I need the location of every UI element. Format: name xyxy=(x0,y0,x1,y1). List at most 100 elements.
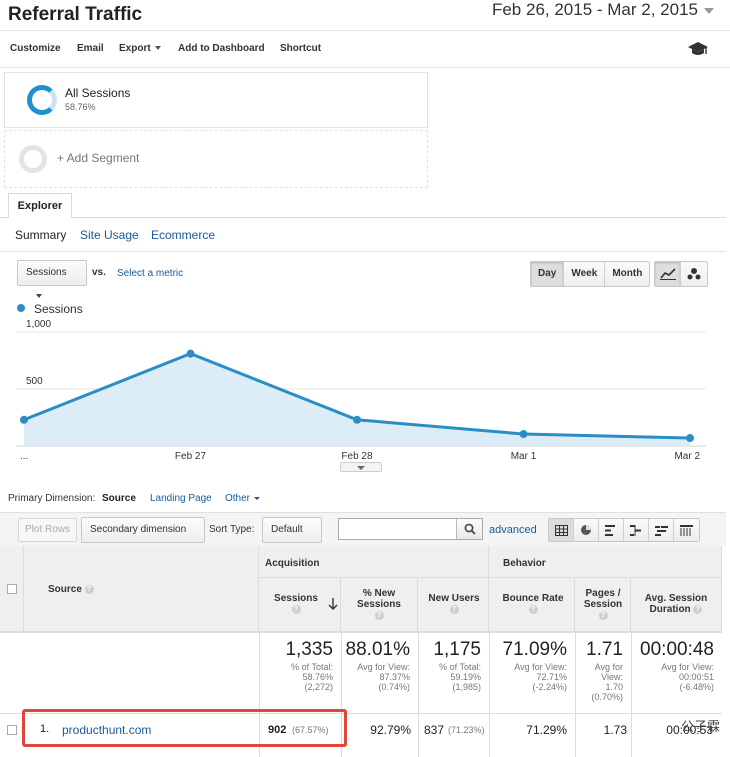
total-value: 00:00:48 xyxy=(640,639,714,660)
sort-type-label: Sort Type: xyxy=(209,524,255,535)
help-icon[interactable]: ? xyxy=(374,610,384,620)
day-button[interactable]: Day xyxy=(531,262,565,286)
total-subtext-line: (0.70%) xyxy=(591,692,623,702)
search-icon xyxy=(464,523,476,535)
chevron-down-icon xyxy=(154,46,161,51)
table-view-toggle xyxy=(548,518,700,542)
add-segment-button[interactable]: + Add Segment xyxy=(4,130,428,188)
export-button[interactable]: Export xyxy=(119,43,161,54)
motion-chart-button[interactable] xyxy=(681,262,707,286)
performance-view-button[interactable] xyxy=(599,519,624,541)
help-icon[interactable]: ? xyxy=(84,584,94,594)
avg-duration-column-header[interactable]: Avg. Session Duration ? xyxy=(636,593,716,615)
total-value: 1,175 xyxy=(433,639,481,660)
help-icon[interactable]: ? xyxy=(291,604,301,614)
primary-dimension-landing-page[interactable]: Landing Page xyxy=(150,493,212,504)
pct-new-sessions-label: % New Sessions xyxy=(357,588,401,610)
help-icon[interactable]: ? xyxy=(528,604,538,614)
secondary-dimension-label: Secondary dimension xyxy=(90,524,187,535)
column-divider xyxy=(631,632,632,757)
total-value: 1.71 xyxy=(586,639,623,660)
sessions-column-header[interactable]: Sessions? xyxy=(264,593,328,615)
week-button[interactable]: Week xyxy=(564,262,606,286)
column-divider xyxy=(575,632,576,757)
help-icon[interactable]: ? xyxy=(449,604,459,614)
sessions-point xyxy=(519,430,528,439)
add-to-dashboard-button[interactable]: Add to Dashboard xyxy=(178,43,265,54)
bounce-rate-column-header[interactable]: Bounce Rate? xyxy=(494,593,572,615)
bar-list-icon xyxy=(605,524,615,536)
metric-select[interactable]: Sessions xyxy=(17,260,87,299)
sessions-chart[interactable]: 1,000 500... Feb 27 Feb 28 Mar 1 Mar 2 xyxy=(16,318,706,468)
header-divider xyxy=(0,632,722,633)
line-chart-icon xyxy=(659,268,676,280)
x-tick-label: ... xyxy=(20,451,28,462)
row-new-users-percent: (71.23%) xyxy=(448,725,485,735)
select-all-checkbox[interactable] xyxy=(7,584,17,594)
help-icon[interactable]: ? xyxy=(598,610,608,620)
source-header-label: Source xyxy=(48,584,82,595)
help-icon[interactable]: ? xyxy=(693,604,703,614)
watermark-text: 公子霖 xyxy=(680,719,720,734)
sort-type-select[interactable]: Default xyxy=(262,517,322,556)
total-subtext: % of Total: 59.19% (1,985) xyxy=(418,662,481,692)
x-tick-label: Feb 27 xyxy=(175,451,207,462)
subtab-site-usage[interactable]: Site Usage xyxy=(80,228,139,242)
source-column-header[interactable]: Source ? xyxy=(48,584,94,595)
pie-view-button[interactable] xyxy=(574,519,599,541)
table-search-input[interactable] xyxy=(338,518,483,540)
primary-dimension-label: Primary Dimension: xyxy=(8,493,96,504)
subtab-divider xyxy=(0,251,726,252)
secondary-dimension-select[interactable]: Secondary dimension xyxy=(81,517,205,556)
new-users-column-header[interactable]: New Users? xyxy=(422,593,486,615)
customize-button[interactable]: Customize xyxy=(10,43,61,54)
comparison-view-button[interactable] xyxy=(624,519,649,541)
grid-icon xyxy=(554,524,568,536)
date-range-picker[interactable]: Feb 26, 2015 - Mar 2, 2015 xyxy=(492,0,714,20)
search-button[interactable] xyxy=(456,519,482,539)
segment-all-sessions[interactable]: All Sessions 58.76% xyxy=(4,72,428,128)
primary-dimension-other[interactable]: Other xyxy=(225,493,261,504)
acquisition-label: Acquisition xyxy=(265,558,320,569)
primary-dimension-source[interactable]: Source xyxy=(102,493,136,504)
data-table-view-button[interactable] xyxy=(549,519,574,541)
total-subtext-line: View: xyxy=(601,672,623,682)
bubble-chart-icon xyxy=(687,268,701,280)
total-subtext-line: Avg for View: xyxy=(357,662,410,672)
subtab-ecommerce[interactable]: Ecommerce xyxy=(151,228,215,242)
email-button[interactable]: Email xyxy=(77,43,104,54)
term-cloud-view-button[interactable] xyxy=(649,519,674,541)
plot-rows-button[interactable]: Plot Rows xyxy=(18,518,78,542)
chevron-down-icon xyxy=(254,496,261,500)
pct-new-sessions-column-header[interactable]: % New Sessions? xyxy=(346,588,412,621)
row-checkbox[interactable] xyxy=(7,725,17,735)
total-subtext: Avg for View: 72.71% (-2.24%) xyxy=(489,662,567,692)
pages-session-column-header[interactable]: Pages / Session? xyxy=(578,588,628,621)
shortcut-button[interactable]: Shortcut xyxy=(280,43,321,54)
line-chart-button[interactable] xyxy=(655,262,681,286)
row-bounce-rate: 71.29% xyxy=(526,723,567,737)
advanced-filter-link[interactable]: advanced xyxy=(489,524,537,536)
total-subtext-line: Avg for View: xyxy=(661,662,714,672)
subtab-summary[interactable]: Summary xyxy=(15,228,66,242)
chart-resize-handle[interactable] xyxy=(340,462,382,472)
sessions-area-fill xyxy=(24,353,690,446)
total-subtext: Avg for View: 87.37% (0.74%) xyxy=(341,662,410,692)
pivot-view-button[interactable] xyxy=(674,519,699,541)
select-metric-link[interactable]: Select a metric xyxy=(117,268,183,279)
chevron-down-icon xyxy=(36,294,42,299)
total-value: 71.09% xyxy=(502,639,567,660)
tab-explorer[interactable]: Explorer xyxy=(8,193,72,218)
total-subtext-line: 72.71% xyxy=(536,672,567,682)
sort-descending-icon[interactable] xyxy=(328,598,338,610)
sessions-point xyxy=(186,349,195,358)
column-divider xyxy=(418,632,419,757)
graduation-cap-icon[interactable] xyxy=(688,41,708,57)
total-subtext-line: % of Total: xyxy=(439,662,481,672)
bounce-rate-label: Bounce Rate xyxy=(502,593,564,604)
chevron-down-icon xyxy=(704,7,714,14)
month-button[interactable]: Month xyxy=(605,262,650,286)
total-subtext-line: Avg for View: xyxy=(514,662,567,672)
total-subtext-line: (0.74%) xyxy=(378,682,410,692)
export-label: Export xyxy=(119,43,151,54)
